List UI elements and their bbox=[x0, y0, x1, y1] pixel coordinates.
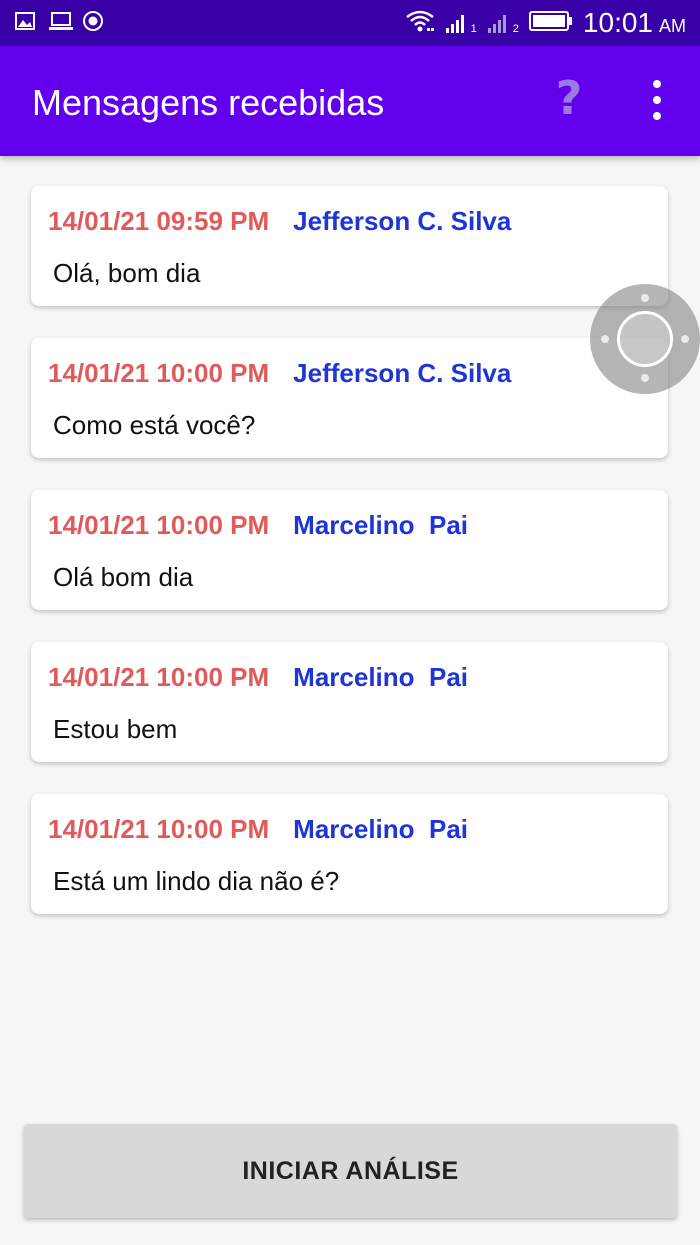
status-notifications bbox=[14, 10, 104, 32]
sim2-label: 2 bbox=[512, 23, 519, 35]
assistive-touch-button[interactable] bbox=[590, 284, 700, 394]
message-sender: Marcelino Pai bbox=[293, 510, 468, 540]
signal-icon: 1 bbox=[445, 11, 477, 35]
clock: 10:01 AM bbox=[583, 7, 686, 39]
more-dot bbox=[653, 112, 661, 120]
page-title: Mensagens recebidas bbox=[32, 82, 385, 123]
message-sender: Marcelino Pai bbox=[293, 662, 468, 692]
message-date: 14/01/21 09:59 PM bbox=[48, 206, 270, 236]
help-icon[interactable]: ? bbox=[549, 70, 589, 126]
message-text: Estou bem bbox=[53, 714, 178, 744]
touch-dot bbox=[641, 374, 649, 382]
message-card[interactable]: 14/01/21 10:00 PM Jefferson C. Silva Com… bbox=[31, 338, 668, 458]
message-sender: Marcelino Pai bbox=[293, 814, 468, 844]
clock-ampm: AM bbox=[659, 16, 686, 36]
message-text: Como está você? bbox=[53, 410, 256, 440]
message-header: 14/01/21 10:00 PM Marcelino Pai bbox=[48, 814, 468, 845]
message-sender: Jefferson C. Silva bbox=[293, 358, 512, 388]
wifi-icon bbox=[405, 8, 435, 39]
message-date: 14/01/21 10:00 PM bbox=[48, 358, 270, 388]
message-text: Olá, bom dia bbox=[53, 258, 201, 288]
touch-ring-icon bbox=[617, 311, 673, 367]
message-card[interactable]: 14/01/21 10:00 PM Marcelino Pai Estou be… bbox=[31, 642, 668, 762]
touch-dot bbox=[601, 335, 609, 343]
app-bar: Mensagens recebidas ? bbox=[0, 46, 700, 156]
signal-icon: 2 bbox=[487, 11, 519, 35]
message-header: 14/01/21 10:00 PM Marcelino Pai bbox=[48, 510, 468, 541]
more-dot bbox=[653, 80, 661, 88]
message-date: 14/01/21 10:00 PM bbox=[48, 814, 270, 844]
message-card[interactable]: 14/01/21 10:00 PM Marcelino Pai Olá bom … bbox=[31, 490, 668, 610]
record-icon bbox=[82, 10, 104, 32]
sim1-label: 1 bbox=[470, 23, 477, 35]
clock-time: 10:01 bbox=[582, 7, 653, 38]
message-card[interactable]: 14/01/21 10:00 PM Marcelino Pai Está um … bbox=[31, 794, 668, 914]
start-analysis-button[interactable]: INICIAR ANÁLISE bbox=[24, 1124, 677, 1218]
message-date: 14/01/21 10:00 PM bbox=[48, 510, 270, 540]
gallery-icon bbox=[14, 10, 36, 32]
touch-dot bbox=[641, 294, 649, 302]
laptop-icon bbox=[48, 10, 73, 32]
status-bar: 1 2 10:01 AM bbox=[0, 0, 700, 46]
message-date: 14/01/21 10:00 PM bbox=[48, 662, 270, 692]
battery-icon bbox=[528, 10, 573, 37]
message-header: 14/01/21 10:00 PM Jefferson C. Silva bbox=[48, 358, 511, 389]
message-sender: Jefferson C. Silva bbox=[293, 206, 512, 236]
more-vert-icon[interactable] bbox=[640, 80, 674, 120]
status-system-icons: 1 2 10:01 AM bbox=[405, 6, 686, 40]
message-header: 14/01/21 09:59 PM Jefferson C. Silva bbox=[48, 206, 511, 237]
message-card[interactable]: 14/01/21 09:59 PM Jefferson C. Silva Olá… bbox=[31, 186, 668, 306]
touch-dot bbox=[681, 335, 689, 343]
message-text: Olá bom dia bbox=[53, 562, 194, 592]
message-header: 14/01/21 10:00 PM Marcelino Pai bbox=[48, 662, 468, 693]
message-text: Está um lindo dia não é? bbox=[53, 866, 340, 896]
more-dot bbox=[653, 96, 661, 104]
